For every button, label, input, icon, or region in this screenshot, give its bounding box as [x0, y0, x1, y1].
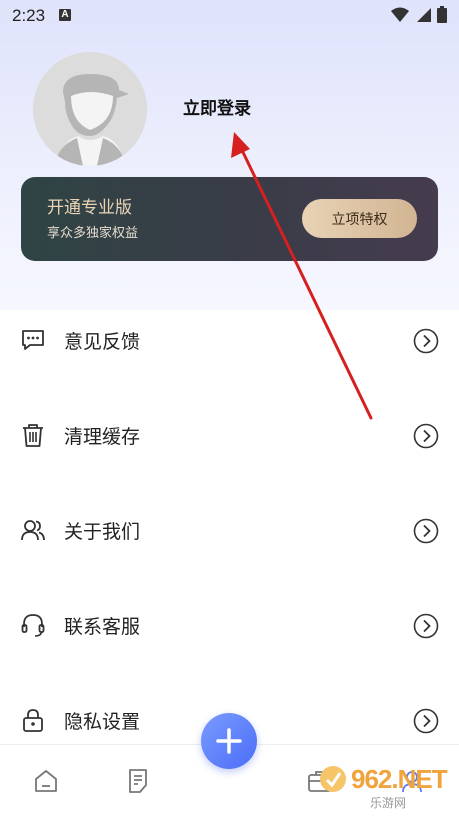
feedback-icon: [22, 330, 44, 350]
chevron-right-icon: [413, 328, 439, 354]
avatar[interactable]: [33, 52, 147, 166]
menu-label: 隐私设置: [64, 711, 141, 733]
plus-icon: [216, 728, 242, 754]
battery-icon: [437, 6, 447, 23]
watermark-brand: 962.NET: [351, 764, 448, 794]
vip-title: 开通专业版: [47, 198, 132, 218]
add-button[interactable]: [201, 713, 257, 769]
status-bar: 2:23 A: [0, 0, 459, 32]
chevron-right-icon: [413, 613, 439, 639]
home-icon[interactable]: [32, 767, 60, 795]
menu-item-about-us[interactable]: 关于我们: [0, 483, 459, 578]
document-icon[interactable]: [124, 767, 152, 795]
menu-label: 联系客服: [64, 616, 141, 638]
menu-label: 意见反馈: [64, 331, 141, 353]
menu-item-feedback[interactable]: 意见反馈: [0, 293, 459, 388]
signal-icon: [417, 7, 431, 22]
watermark-caption: 乐游网: [370, 796, 407, 810]
vip-subtitle: 享众多独家权益: [47, 226, 139, 241]
vip-promo-card[interactable]: 开通专业版 享众多独家权益 立项特权: [21, 177, 438, 261]
headset-icon: [21, 614, 45, 637]
chevron-right-icon: [413, 423, 439, 449]
watermark-logo: 962.NET 乐游网: [318, 762, 452, 810]
menu-item-customer-service[interactable]: 联系客服: [0, 578, 459, 673]
status-time: 2:23: [12, 6, 46, 25]
settings-menu: 意见反馈 清理缓存 关于我们 联系客服 隐私设置: [0, 293, 459, 768]
status-indicators: [391, 6, 447, 23]
menu-label: 清理缓存: [64, 426, 141, 448]
notification-icon: A: [59, 9, 71, 21]
vip-activate-button[interactable]: 立项特权: [302, 199, 417, 238]
menu-item-clear-cache[interactable]: 清理缓存: [0, 388, 459, 483]
lock-icon: [23, 709, 43, 732]
trash-icon: [23, 424, 43, 447]
login-link[interactable]: 立即登录: [183, 94, 251, 119]
watermark-badge-icon: [320, 766, 346, 792]
menu-label: 关于我们: [64, 521, 141, 543]
people-icon: [21, 520, 45, 541]
chevron-right-icon: [413, 518, 439, 544]
default-avatar-icon: [33, 52, 147, 166]
chevron-right-icon: [413, 708, 439, 734]
wifi-icon: [391, 7, 409, 22]
